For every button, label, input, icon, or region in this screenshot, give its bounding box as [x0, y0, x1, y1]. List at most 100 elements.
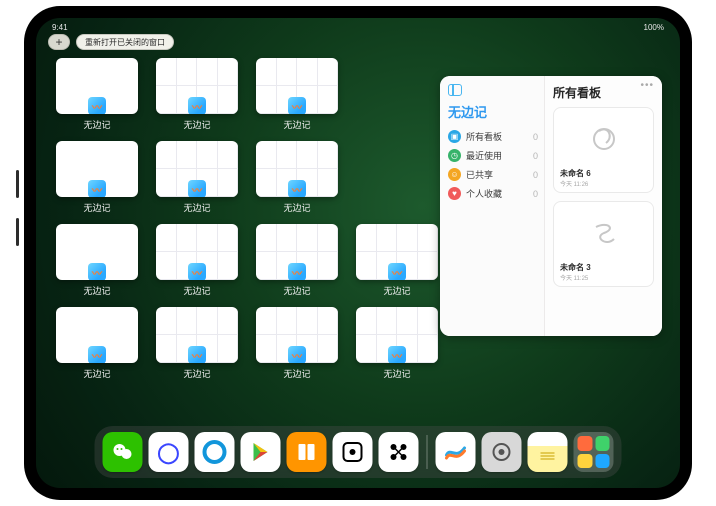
app-window[interactable]: 〰 无边记	[56, 58, 138, 131]
app-window[interactable]: 〰 无边记	[256, 58, 338, 131]
dock-app-play[interactable]	[241, 432, 281, 472]
app-window[interactable]: 〰 无边记	[156, 307, 238, 380]
dock-app-notes[interactable]	[528, 432, 568, 472]
freeform-app-icon: 〰	[188, 263, 206, 280]
board-thumbnail	[558, 112, 649, 166]
freeform-app-icon: 〰	[88, 263, 106, 280]
app-window[interactable]: 〰 无边记	[256, 307, 338, 380]
board-card[interactable]: 未命名 3 今天 11:25	[553, 201, 654, 287]
dice-icon	[342, 441, 364, 463]
mini-app-icon	[595, 454, 610, 469]
freeform-icon	[444, 440, 468, 464]
status-time: 9:41	[52, 23, 68, 32]
dock-app-dice[interactable]	[333, 432, 373, 472]
freeform-app-icon: 〰	[188, 180, 206, 197]
mini-app-icon	[578, 454, 593, 469]
dock-app-freeform[interactable]	[436, 432, 476, 472]
app-window[interactable]: 〰 无边记	[256, 224, 338, 297]
reopen-label: 重新打开已关闭的窗口	[85, 37, 165, 48]
freeform-board-list: 所有看板 未命名 6 今天 11:26 未命名 3	[545, 76, 662, 336]
app-window[interactable]: 〰 无边记	[156, 141, 238, 214]
app-switcher-grid: 〰 无边记 〰 无边记 〰 无边记 〰 无边记 〰 无边记 〰	[56, 58, 436, 380]
top-bar: + 重新打开已关闭的窗口	[48, 34, 174, 50]
new-window-button[interactable]: +	[48, 34, 70, 50]
freeform-app-icon: 〰	[288, 97, 306, 114]
sidebar-toggle-icon[interactable]	[448, 84, 462, 96]
app-window[interactable]: 〰 无边记	[56, 224, 138, 297]
app-window[interactable]: 〰 无边记	[56, 141, 138, 214]
app-window[interactable]: 〰 无边记	[356, 224, 438, 297]
plus-icon: +	[55, 35, 62, 49]
dock-app-quark[interactable]: ◯	[149, 432, 189, 472]
sidebar-item-all-boards[interactable]: ▣ 所有看板 0	[448, 127, 538, 146]
status-battery: 100%	[644, 23, 664, 32]
app-window[interactable]: 〰 无边记	[256, 141, 338, 214]
sidebar-item-recent[interactable]: ◷ 最近使用 0	[448, 146, 538, 165]
sidebar-item-count: 0	[533, 170, 538, 180]
freeform-app-icon: 〰	[388, 263, 406, 280]
freeform-sidebar: 无边记 ▣ 所有看板 0 ◷ 最近使用 0 ☺ 已共享 0 ♥	[440, 76, 545, 336]
dock-app-connect[interactable]	[379, 432, 419, 472]
volume-up-button	[16, 170, 19, 198]
notes-icon	[536, 440, 560, 464]
app-window[interactable]: 〰 无边记	[56, 307, 138, 380]
clock-icon: ◷	[448, 149, 461, 162]
qqbrowser-icon	[202, 439, 228, 465]
dock-app-wechat[interactable]	[103, 432, 143, 472]
freeform-preview-window[interactable]: ••• 无边记 ▣ 所有看板 0 ◷ 最近使用 0 ☺ 已共享 0	[440, 76, 662, 336]
status-bar: 9:41 100%	[36, 20, 680, 34]
books-icon	[296, 441, 318, 463]
folder-icon: ▣	[448, 130, 461, 143]
mini-app-icon	[578, 436, 593, 451]
freeform-app-icon: 〰	[188, 97, 206, 114]
connect-icon	[388, 441, 410, 463]
app-label: 无边记	[256, 118, 338, 131]
app-label: 无边记	[256, 201, 338, 214]
sidebar-item-label: 个人收藏	[466, 187, 502, 200]
window-controls-icon[interactable]: •••	[640, 80, 654, 91]
freeform-app-icon: 〰	[88, 180, 106, 197]
board-thumbnail	[558, 206, 649, 260]
dock-app-qqbrowser[interactable]	[195, 432, 235, 472]
freeform-app-icon: 〰	[188, 346, 206, 363]
sidebar-item-shared[interactable]: ☺ 已共享 0	[448, 165, 538, 184]
board-date: 今天 11:26	[560, 179, 647, 188]
sidebar-item-count: 0	[533, 132, 538, 142]
ipad-frame: 9:41 100% + 重新打开已关闭的窗口 〰 无边记 〰 无边记 〰	[24, 6, 692, 500]
app-window[interactable]: 〰 无边记	[356, 307, 438, 380]
app-label: 无边记	[56, 284, 138, 297]
mini-app-icon	[595, 436, 610, 451]
dock-app-books[interactable]	[287, 432, 327, 472]
sidebar-item-favorites[interactable]: ♥ 个人收藏 0	[448, 184, 538, 203]
dock: ◯	[95, 426, 622, 478]
freeform-app-icon: 〰	[288, 263, 306, 280]
freeform-app-icon: 〰	[288, 180, 306, 197]
dock-app-settings[interactable]	[482, 432, 522, 472]
app-label: 无边记	[156, 367, 238, 380]
app-label: 无边记	[156, 284, 238, 297]
scribble-icon	[588, 217, 620, 249]
scribble-icon	[588, 123, 620, 155]
app-window[interactable]: 〰 无边记	[156, 224, 238, 297]
freeform-app-icon: 〰	[88, 97, 106, 114]
sidebar-item-count: 0	[533, 189, 538, 199]
gear-icon	[490, 440, 514, 464]
sidebar-item-label: 已共享	[466, 168, 493, 181]
dock-separator	[427, 435, 428, 469]
dock-app-library[interactable]	[574, 432, 614, 472]
freeform-app-icon: 〰	[388, 346, 406, 363]
freeform-app-icon: 〰	[88, 346, 106, 363]
board-card[interactable]: 未命名 6 今天 11:26	[553, 107, 654, 193]
board-date: 今天 11:25	[560, 273, 647, 282]
app-label: 无边记	[56, 367, 138, 380]
heart-icon: ♥	[448, 187, 461, 200]
sidebar-item-label: 最近使用	[466, 149, 502, 162]
board-list-title: 所有看板	[553, 84, 654, 101]
app-label: 无边记	[156, 201, 238, 214]
freeform-app-icon: 〰	[288, 346, 306, 363]
app-label: 无边记	[356, 284, 438, 297]
app-window[interactable]: 〰 无边记	[156, 58, 238, 131]
sidebar-item-label: 所有看板	[466, 130, 502, 143]
reopen-closed-window-button[interactable]: 重新打开已关闭的窗口	[76, 34, 174, 50]
app-label: 无边记	[256, 284, 338, 297]
